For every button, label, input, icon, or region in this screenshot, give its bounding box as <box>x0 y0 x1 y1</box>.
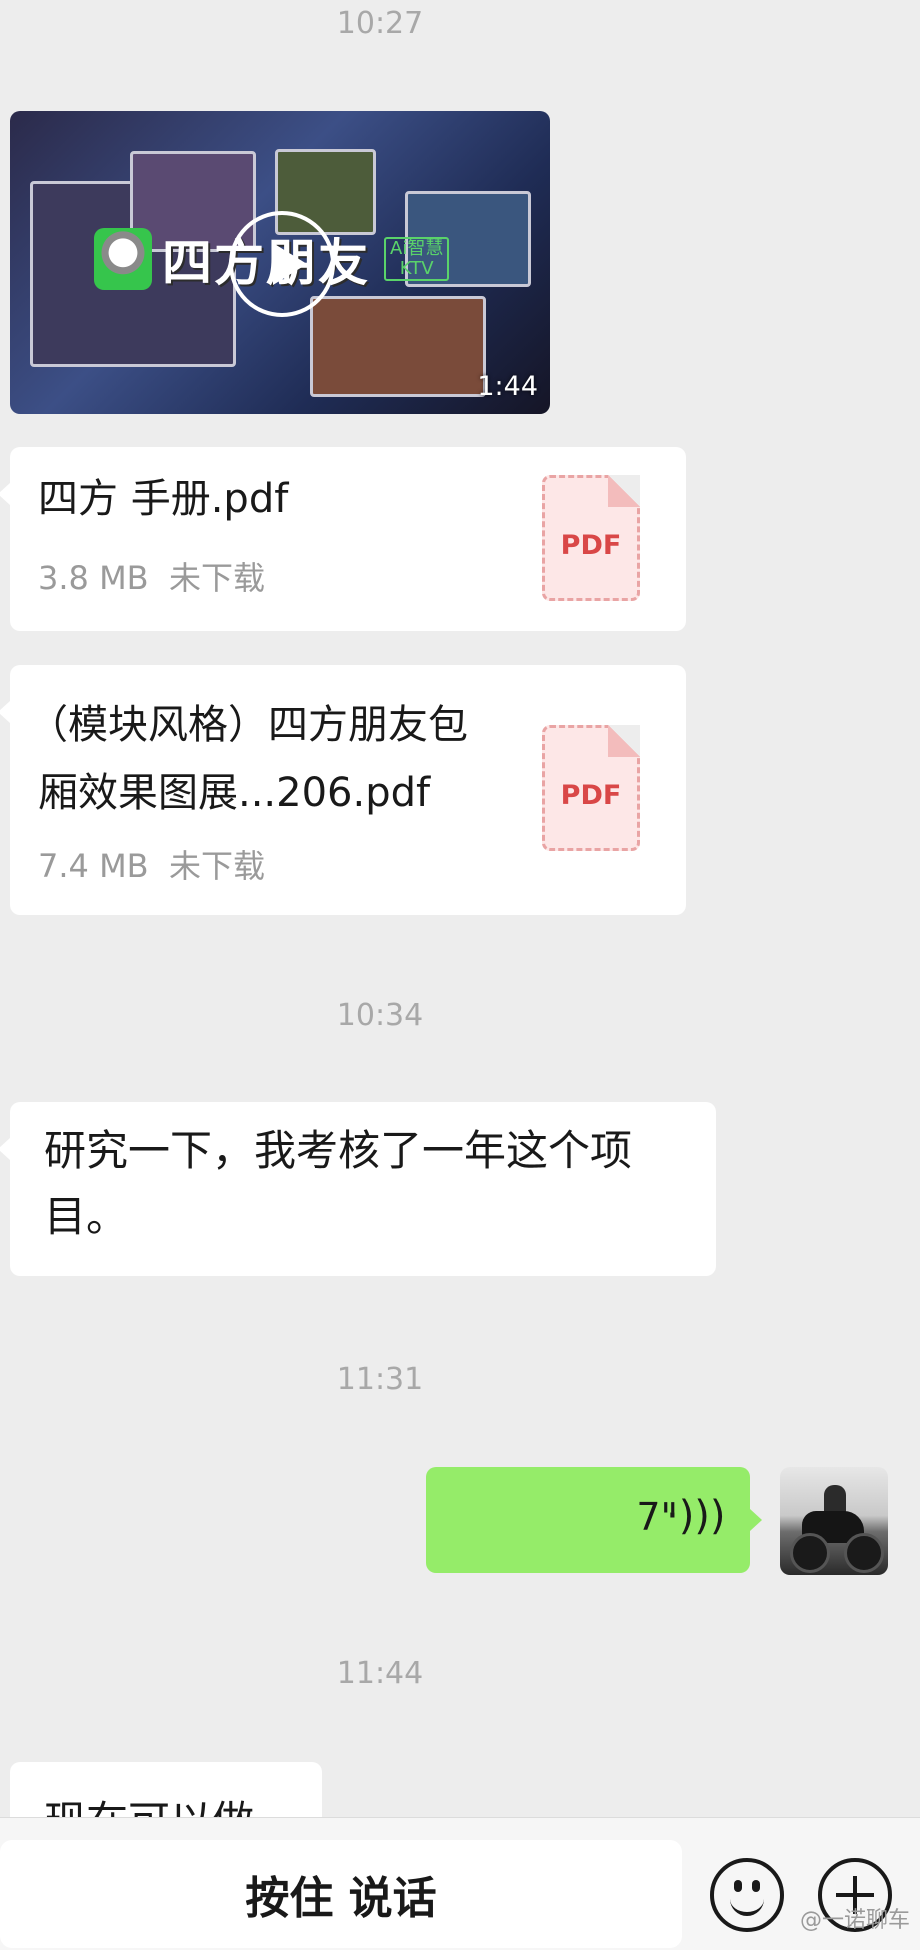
timestamp: 11:31 <box>336 1362 424 1397</box>
file-meta: 3.8 MB 未下载 <box>38 553 265 599</box>
file-name-line1: （模块风格）四方朋友包 <box>28 702 468 748</box>
message-text: 研究一下，我考核了一年这个项 目。 <box>44 1118 704 1250</box>
ktv-badge: Ai智慧 KTV <box>384 237 450 281</box>
file-size: 7.4 MB <box>38 847 149 885</box>
message-line: 目。 <box>44 1192 129 1241</box>
video-message[interactable]: 四方朋友 Ai智慧 KTV 1:44 <box>10 111 550 414</box>
timestamp: 10:34 <box>336 998 424 1033</box>
voice-message[interactable]: 7" (((· <box>426 1467 762 1573</box>
file-status: 未下载 <box>168 847 265 885</box>
file-message[interactable]: （模块风格）四方朋友包 厢效果图展...206.pdf 7.4 MB 未下载 P… <box>0 665 686 915</box>
file-status: 未下载 <box>168 559 265 597</box>
raccoon-logo-icon <box>94 228 152 290</box>
pdf-file-icon: PDF <box>542 475 640 601</box>
file-size: 3.8 MB <box>38 559 149 597</box>
voice-wave-icon: (((· <box>666 1493 726 1539</box>
file-meta: 7.4 MB 未下载 <box>38 841 265 887</box>
timestamp: 10:27 <box>336 6 424 41</box>
hold-to-talk-button[interactable]: 按住 说话 <box>0 1840 682 1948</box>
message-line: 研究一下，我考核了一年这个项 <box>44 1126 633 1175</box>
file-name: 四方 手册.pdf <box>38 476 289 522</box>
text-message[interactable]: 研究一下，我考核了一年这个项 目。 <box>0 1102 716 1276</box>
pdf-label: PDF <box>560 780 622 811</box>
emoji-icon[interactable] <box>710 1858 784 1932</box>
badge-top-text: Ai智慧 <box>390 238 444 259</box>
video-duration: 1:44 <box>477 371 538 402</box>
pdf-label: PDF <box>560 530 622 561</box>
watermark: @一诺聊车 <box>799 1908 910 1933</box>
badge-bottom-text: KTV <box>399 258 434 279</box>
file-message[interactable]: 四方 手册.pdf 3.8 MB 未下载 PDF <box>0 447 686 631</box>
avatar[interactable] <box>780 1467 888 1575</box>
pdf-file-icon: PDF <box>542 725 640 851</box>
play-icon[interactable] <box>229 211 335 317</box>
input-bar: 按住 说话 @一诺聊车 <box>0 1817 920 1950</box>
file-name-line2: 厢效果图展...206.pdf <box>38 770 431 816</box>
timestamp: 11:44 <box>336 1656 424 1691</box>
